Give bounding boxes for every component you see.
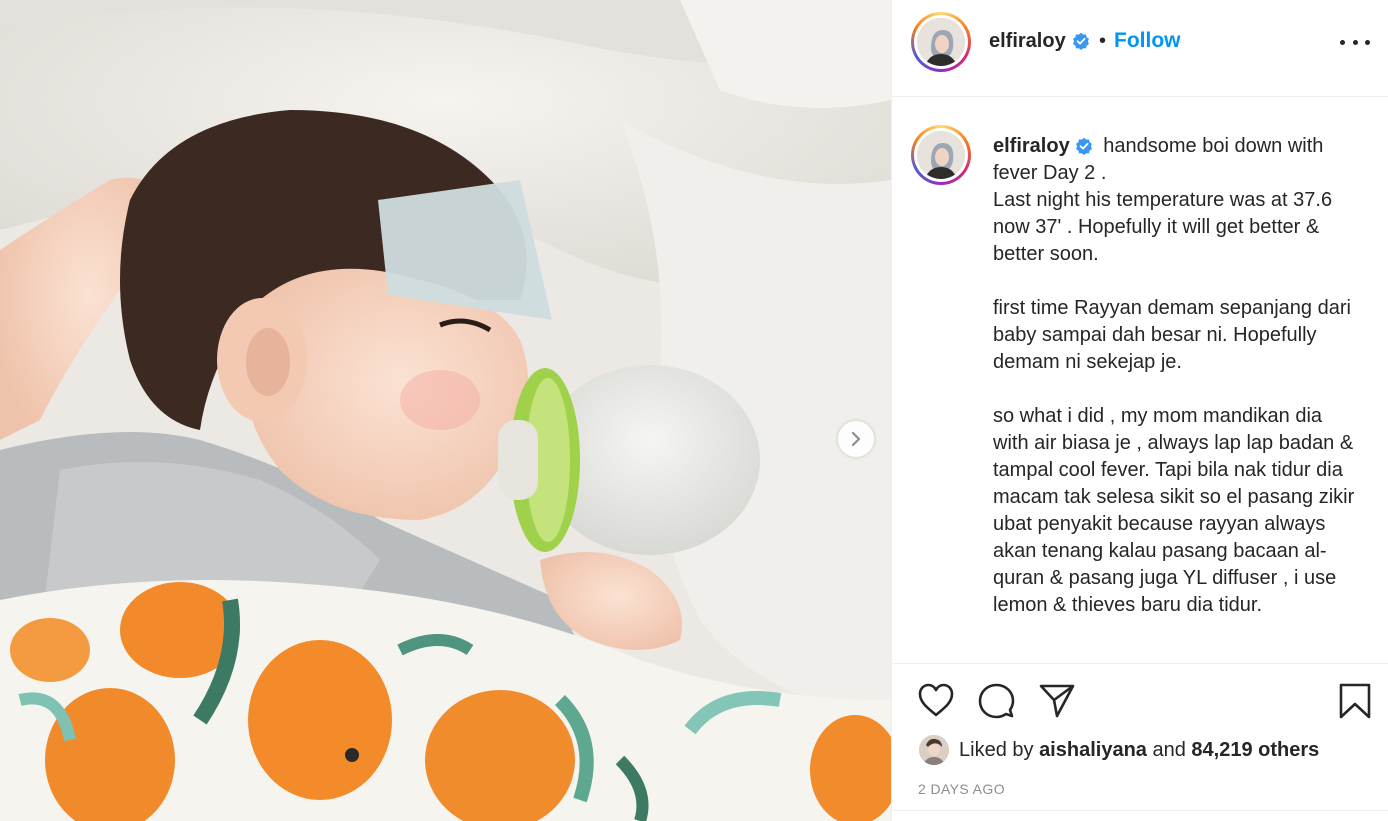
verified-badge-icon <box>1073 32 1089 50</box>
caption-username[interactable]: elfiraloy <box>993 135 1070 157</box>
liker-username[interactable]: aishaliyana <box>1039 739 1147 762</box>
divider <box>892 810 1388 811</box>
likes-count-link[interactable]: 84,219 others <box>1191 739 1319 762</box>
likes-connector: and <box>1152 738 1186 761</box>
caption: elfiraloy handsome boi down with fever D… <box>993 133 1361 619</box>
author-avatar[interactable] <box>911 12 971 72</box>
bookmark-icon[interactable] <box>1338 682 1372 720</box>
post-sidebar: elfiraloy • Follow elfiraloy handsome bo… <box>891 0 1388 821</box>
share-icon[interactable] <box>1038 682 1076 720</box>
heart-icon[interactable] <box>917 682 955 718</box>
likes-summary: Liked by aishaliyana and 84,219 others <box>919 735 1319 765</box>
post-photo[interactable] <box>0 0 891 821</box>
likes-prefix: Liked by <box>959 738 1034 761</box>
header-separator: • <box>1099 30 1107 52</box>
avatar-photo-icon <box>919 735 949 765</box>
more-options-icon[interactable] <box>1340 30 1370 54</box>
header-username[interactable]: elfiraloy <box>989 30 1066 53</box>
caption-area: elfiraloy handsome boi down with fever D… <box>892 97 1388 663</box>
post-header: elfiraloy • Follow <box>892 0 1388 97</box>
avatar-photo-icon <box>917 131 965 179</box>
avatar-photo-icon <box>917 18 965 66</box>
caption-author-avatar[interactable] <box>911 125 971 185</box>
liker-avatar[interactable] <box>919 735 949 765</box>
chevron-right-icon <box>851 432 861 446</box>
baby-photo-illustration <box>0 0 891 821</box>
post-actions: Liked by aishaliyana and 84,219 others 2… <box>892 663 1388 821</box>
comment-icon[interactable] <box>977 682 1015 720</box>
verified-badge-icon <box>1075 137 1092 155</box>
follow-button[interactable]: Follow <box>1114 29 1181 53</box>
caption-text: handsome boi down with fever Day 2 . Las… <box>993 135 1355 616</box>
post-timestamp[interactable]: 2 DAYS AGO <box>918 781 1005 797</box>
next-image-button[interactable] <box>838 421 874 457</box>
